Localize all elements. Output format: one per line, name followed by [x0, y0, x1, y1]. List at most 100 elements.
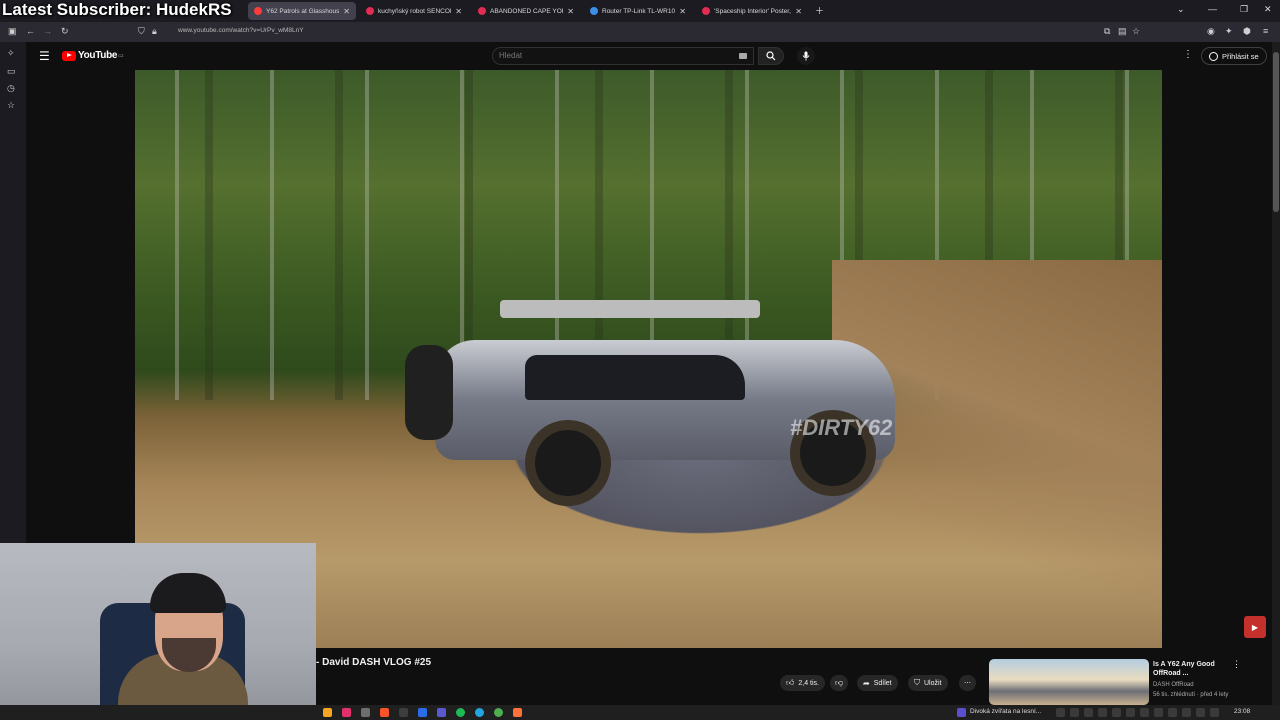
tray-icon[interactable] [1084, 708, 1093, 717]
new-tab-icon[interactable]: ＋ [815, 4, 824, 17]
tab[interactable]: 'Spaceship Interior' Poster, pict ✕ [696, 2, 808, 20]
close-tab-icon[interactable]: ✕ [567, 7, 574, 16]
app-icon[interactable] [437, 708, 446, 717]
tab-active[interactable]: Y62 Patrols at Glasshouse ✕ [248, 2, 356, 20]
app-menu-icon[interactable]: ≡ [1263, 26, 1268, 36]
save-label: Uložit [924, 679, 942, 687]
search-button[interactable] [758, 47, 784, 65]
picture-in-picture-icon[interactable]: ⧉ [1104, 26, 1110, 37]
tab-list-chevron-icon[interactable]: ⌄ [1177, 4, 1185, 15]
app-icon[interactable] [456, 708, 465, 717]
tray-icon[interactable] [1168, 708, 1177, 717]
close-window-icon[interactable]: ✕ [1264, 4, 1272, 15]
page-scrollbar[interactable] [1272, 42, 1280, 705]
share-button[interactable]: ➦ Sdílet [857, 675, 898, 691]
url-bar[interactable]: www.youtube.com/watch?v=UrPv_wM8LnY [178, 27, 304, 34]
tray-icon[interactable] [1140, 708, 1149, 717]
recommended-video-menu-icon[interactable]: ⋮ [1232, 659, 1241, 670]
thumbs-up-icon: 👍︎ [786, 678, 795, 687]
keyboard-icon[interactable] [739, 53, 747, 59]
app-icon[interactable] [475, 708, 484, 717]
like-button[interactable]: 👍︎ 2,4 tis. [780, 675, 825, 691]
tab[interactable]: ABANDONED CAPE YORK TRAIL ✕ [472, 2, 580, 20]
tray-icon[interactable] [1056, 708, 1065, 717]
extensions-icon[interactable]: ✦ [1225, 26, 1233, 37]
close-tab-icon[interactable]: ✕ [795, 7, 802, 16]
video-title: - David DASH VLOG #25 [316, 657, 432, 668]
microphone-icon [802, 51, 810, 61]
ai-chat-icon[interactable]: ✧ [7, 48, 15, 59]
volume-icon[interactable] [1210, 708, 1219, 717]
lock-icon[interactable]: 🔒︎ [152, 26, 157, 37]
video-info-area: - David DASH VLOG #25 👍︎ 2,4 tis. 👎︎ ➦ S… [316, 648, 1280, 705]
youtube-logo[interactable]: YouTube CZ [62, 50, 124, 61]
account-icon[interactable]: ◉ [1207, 26, 1215, 37]
tab[interactable]: kuchyňský robot SENCOR část ✕ [360, 2, 468, 20]
synced-tabs-icon[interactable]: ▭ [7, 66, 16, 77]
tab[interactable]: Router TP-Link TL-WR1002X, A ✕ [584, 2, 692, 20]
minimize-icon[interactable]: — [1208, 4, 1217, 14]
tray-icon[interactable] [1154, 708, 1163, 717]
reload-icon[interactable]: ↻ [61, 26, 69, 37]
taskbar-clock[interactable]: 23:08 [1234, 708, 1250, 715]
youtube-header: ☰ YouTube CZ ⋮ Přihlásit se [26, 42, 1280, 70]
tab-label: Router TP-Link TL-WR1002X, A [602, 7, 676, 15]
recommended-video-card[interactable]: Is A Y62 Any Good OffRoad ... DASH OffRo… [989, 659, 1234, 705]
tab-label: ABANDONED CAPE YORK TRAIL [490, 7, 563, 15]
webcam-overlay [0, 543, 316, 720]
favicon-icon [478, 7, 486, 15]
bookmark-icon: ⛉ [914, 678, 920, 687]
recommended-video-title[interactable]: Is A Y62 Any Good OffRoad ... [1153, 660, 1231, 678]
bookmark-star-icon[interactable]: ☆ [1132, 26, 1140, 37]
share-label: Sdílet [873, 679, 892, 687]
reader-view-icon[interactable]: ▤ [1118, 26, 1127, 37]
app-icon[interactable] [323, 708, 332, 717]
voice-search-button[interactable] [797, 47, 815, 65]
roof-rack [500, 300, 760, 318]
back-arrow-icon[interactable]: ← [26, 26, 35, 36]
taskbar-media-text[interactable]: Divoká zvířata na lesní... [970, 708, 1041, 715]
app-icon[interactable] [342, 708, 351, 717]
widget-icon[interactable] [957, 708, 966, 717]
sidebar-toggle-icon[interactable]: ▣ [8, 26, 17, 37]
maximize-icon[interactable]: ❐ [1240, 4, 1248, 15]
app-icon[interactable] [361, 708, 370, 717]
tray-icon[interactable] [1070, 708, 1079, 717]
settings-kebab-icon[interactable]: ⋮ [1183, 49, 1193, 60]
search-icon [766, 51, 776, 61]
dislike-button[interactable]: 👎︎ [830, 675, 849, 691]
tab-label: kuchyňský robot SENCOR část [378, 7, 451, 15]
app-icon[interactable] [494, 708, 503, 717]
app-icon[interactable] [399, 708, 408, 717]
history-icon[interactable]: ◷ [7, 83, 15, 94]
scrollbar-thumb[interactable] [1273, 52, 1279, 212]
bookmarks-icon[interactable]: ☆ [7, 100, 15, 111]
search-box[interactable] [492, 47, 754, 65]
recommended-video-thumbnail[interactable] [989, 659, 1149, 705]
favicon-icon [702, 7, 710, 15]
search-input[interactable] [499, 51, 729, 60]
more-actions-button[interactable]: ⋯ [959, 675, 976, 691]
tray-icon[interactable] [1112, 708, 1121, 717]
youtube-play-icon [62, 50, 76, 61]
forward-arrow-icon[interactable]: → [43, 26, 52, 36]
close-tab-icon[interactable]: ✕ [455, 7, 462, 16]
browser-toolbar: ▣ ← → ↻ ⛉ 🔒︎ www.youtube.com/watch?v=UrP… [0, 22, 1280, 42]
vehicle-window [525, 355, 745, 400]
hamburger-menu-icon[interactable]: ☰ [39, 49, 50, 63]
save-button[interactable]: ⛉ Uložit [908, 675, 948, 691]
extension-icon[interactable]: ⬢ [1243, 26, 1251, 37]
youtube-wordmark: YouTube [78, 50, 118, 61]
tray-icon[interactable] [1098, 708, 1107, 717]
close-tab-icon[interactable]: ✕ [679, 7, 686, 16]
browser-app-icon[interactable] [380, 708, 389, 717]
tray-icon[interactable] [1182, 708, 1191, 717]
sign-in-button[interactable]: Přihlásit se [1201, 47, 1267, 65]
wifi-icon[interactable] [1196, 708, 1205, 717]
tray-icon[interactable] [1126, 708, 1135, 717]
close-tab-icon[interactable]: ✕ [343, 7, 350, 16]
shield-icon[interactable]: ⛉ [138, 26, 145, 37]
app-icon[interactable] [418, 708, 427, 717]
firefox-app-icon[interactable] [513, 708, 522, 717]
recommended-video-channel[interactable]: DASH OffRoad [1153, 682, 1194, 688]
